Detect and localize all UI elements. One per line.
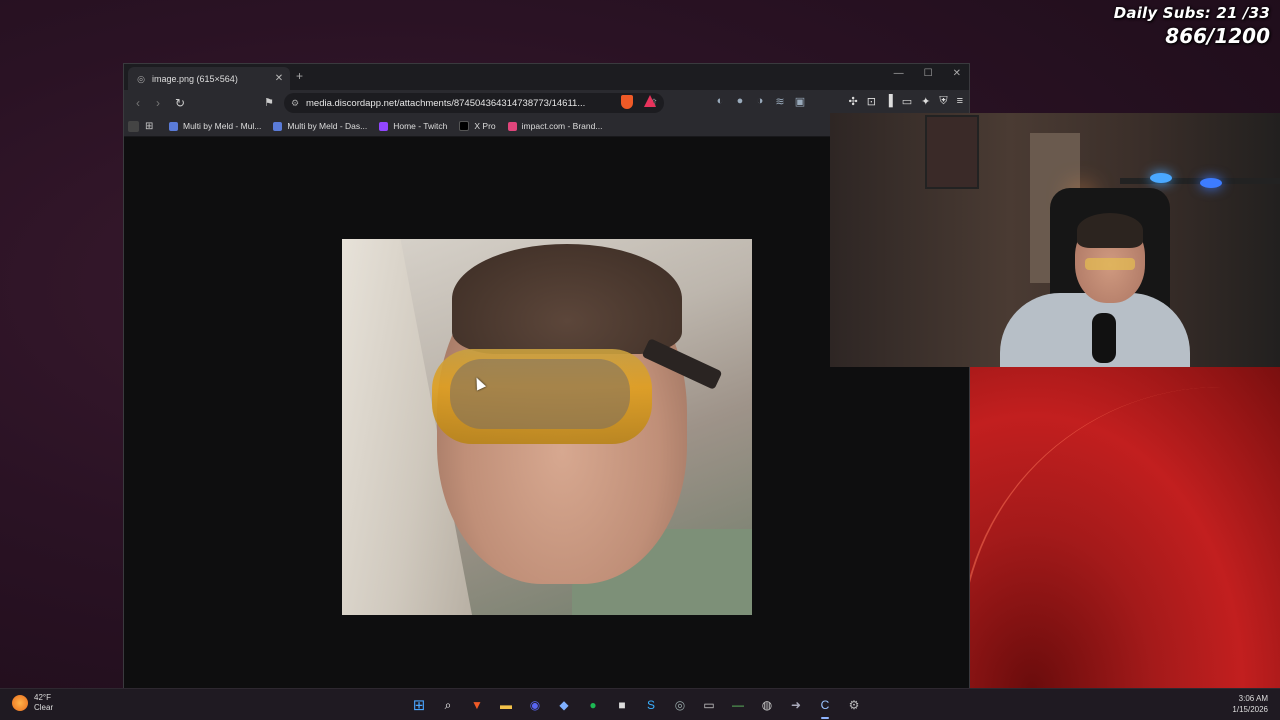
cam-microphone	[1092, 313, 1116, 363]
windows-start-icon[interactable]: ⊞	[408, 694, 430, 716]
cam-led-light	[1200, 178, 1222, 188]
meld-icon	[169, 121, 178, 131]
app-diamond-icon[interactable]: ◆	[553, 694, 575, 716]
app-arrow-icon[interactable]: ➜	[785, 694, 807, 716]
system-clock[interactable]: 3:06 AM 1/15/2026	[1232, 693, 1268, 715]
taskbar: 42°F Clear ⊞ ⌕ ▼ ▬ ◉ ◆ ● ■ S ◎ ▭ — ◍ ➜ C…	[0, 688, 1280, 720]
brave-rewards-icon[interactable]	[644, 95, 656, 107]
daily-subs-label: Daily Subs: 21 /33	[1113, 4, 1270, 22]
bookmark-item-4[interactable]: X Pro	[459, 121, 496, 131]
site-settings-icon[interactable]: ⚙	[284, 98, 306, 109]
minimize-icon[interactable]: —	[894, 68, 904, 79]
extension-icon-3[interactable]: ◑	[754, 95, 766, 108]
weather-condition: Clear	[34, 703, 54, 712]
extension-icon-5[interactable]: ▣	[794, 95, 806, 108]
spotify-icon[interactable]: ●	[582, 694, 604, 716]
reload-icon[interactable]: ↻	[170, 96, 190, 110]
file-explorer-icon[interactable]: ▬	[495, 694, 517, 716]
cam-led-light	[1150, 173, 1172, 183]
maximize-icon[interactable]: ☐	[924, 68, 933, 79]
tab-title: image.png (615×564)	[152, 73, 238, 84]
leo-ai-icon[interactable]: ✦	[921, 95, 930, 108]
bookmark-item-1[interactable]: Multi by Meld - Mul...	[169, 121, 261, 131]
extension-icon-2[interactable]: ●	[734, 95, 746, 108]
impact-icon	[507, 121, 517, 131]
bookmark-square-icon[interactable]	[128, 120, 139, 132]
globe-icon: ◎	[137, 73, 145, 84]
brave-browser-icon[interactable]: ▼	[466, 694, 488, 716]
clock-date: 1/15/2026	[1232, 705, 1268, 714]
extensions-puzzle-icon[interactable]: ✣	[848, 95, 857, 108]
tab-image[interactable]: ◎ image.png (615×564) ✕	[128, 67, 290, 90]
vpn-icon[interactable]: ⛨	[939, 95, 947, 108]
address-bar[interactable]: ⚙ media.discordapp.net/attachments/87450…	[284, 93, 664, 113]
sub-goal-count: 866/1200	[1165, 24, 1270, 48]
window-app-icon[interactable]: ■	[611, 694, 633, 716]
apps-grid-icon[interactable]: ⊞	[145, 121, 159, 132]
screenshot-icon[interactable]: ⊡	[867, 95, 876, 108]
bookmark-label: Multi by Meld - Mul...	[183, 121, 262, 131]
close-window-icon[interactable]: ✕	[953, 68, 961, 79]
forward-icon[interactable]: ›	[148, 96, 168, 110]
tab-bar: ◎ image.png (615×564) ✕ + — ☐ ✕	[124, 64, 969, 90]
bookmark-icon[interactable]: ⚑	[264, 96, 274, 109]
extensions-area: ◐ ● ◑ ≋ ▣	[714, 95, 806, 108]
settings-gear-icon[interactable]: ⚙	[843, 694, 865, 716]
back-icon[interactable]: ‹	[128, 96, 148, 110]
obs-icon[interactable]: ◍	[756, 694, 778, 716]
image-goggle-lens	[450, 359, 630, 429]
bookmark-item-5[interactable]: impact.com - Brand...	[507, 121, 603, 131]
clock-time: 3:06 AM	[1238, 694, 1268, 703]
bookmark-item-2[interactable]: Multi by Meld - Das...	[273, 121, 367, 131]
app-circle-icon[interactable]: ◎	[669, 694, 691, 716]
sidebar-icon[interactable]: ▐	[885, 95, 893, 108]
app-s-icon[interactable]: S	[640, 694, 662, 716]
bookmark-label: Home - Twitch	[393, 121, 448, 131]
browser-c-icon[interactable]: C	[814, 694, 836, 719]
brave-shields-icon[interactable]	[621, 95, 633, 109]
twitch-icon	[379, 121, 389, 131]
red-wallpaper-arc	[970, 367, 1280, 689]
weather-temperature: 42°F	[34, 693, 51, 702]
bookmark-label: impact.com - Brand...	[521, 121, 603, 131]
toolbar-right: ✣ ⊡ ▐ ▭ ✦ ⛨ ≡	[848, 95, 963, 108]
taskbar-apps: ⊞ ⌕ ▼ ▬ ◉ ◆ ● ■ S ◎ ▭ — ◍ ➜ C ⚙	[408, 694, 865, 719]
bookmark-item-3[interactable]: Home - Twitch	[379, 121, 447, 131]
displayed-image[interactable]	[342, 239, 752, 615]
sub-goal-overlay: Daily Subs: 21 /33 866/1200	[1114, 4, 1270, 48]
search-icon[interactable]: ⌕	[437, 694, 459, 716]
new-tab-button[interactable]: +	[296, 69, 303, 83]
discord-icon[interactable]: ◉	[524, 694, 546, 716]
cam-glasses	[1085, 258, 1135, 270]
weather-moon-icon	[12, 695, 28, 711]
weather-widget[interactable]: 42°F Clear	[12, 693, 53, 713]
bookmark-label: Multi by Meld - Das...	[287, 121, 368, 131]
bookmark-label: X Pro	[474, 121, 496, 131]
cam-poster	[925, 115, 979, 189]
extension-icon-4[interactable]: ≋	[774, 95, 786, 108]
extension-icon-1[interactable]: ◐	[714, 95, 726, 108]
image-hair	[452, 244, 682, 354]
url-text[interactable]: media.discordapp.net/attachments/8745043…	[306, 98, 644, 109]
menu-icon[interactable]: ≡	[957, 95, 963, 108]
close-tab-icon[interactable]: ✕	[272, 73, 286, 84]
cam-person-hair	[1077, 213, 1143, 248]
window-controls: — ☐ ✕	[894, 68, 961, 79]
meld-icon	[273, 121, 283, 131]
x-icon	[459, 121, 470, 131]
terminal-icon[interactable]: ▭	[698, 694, 720, 716]
webcam-feed	[830, 113, 1280, 367]
wallet-icon[interactable]: ▭	[902, 95, 912, 108]
app-dash-icon[interactable]: —	[727, 694, 749, 716]
